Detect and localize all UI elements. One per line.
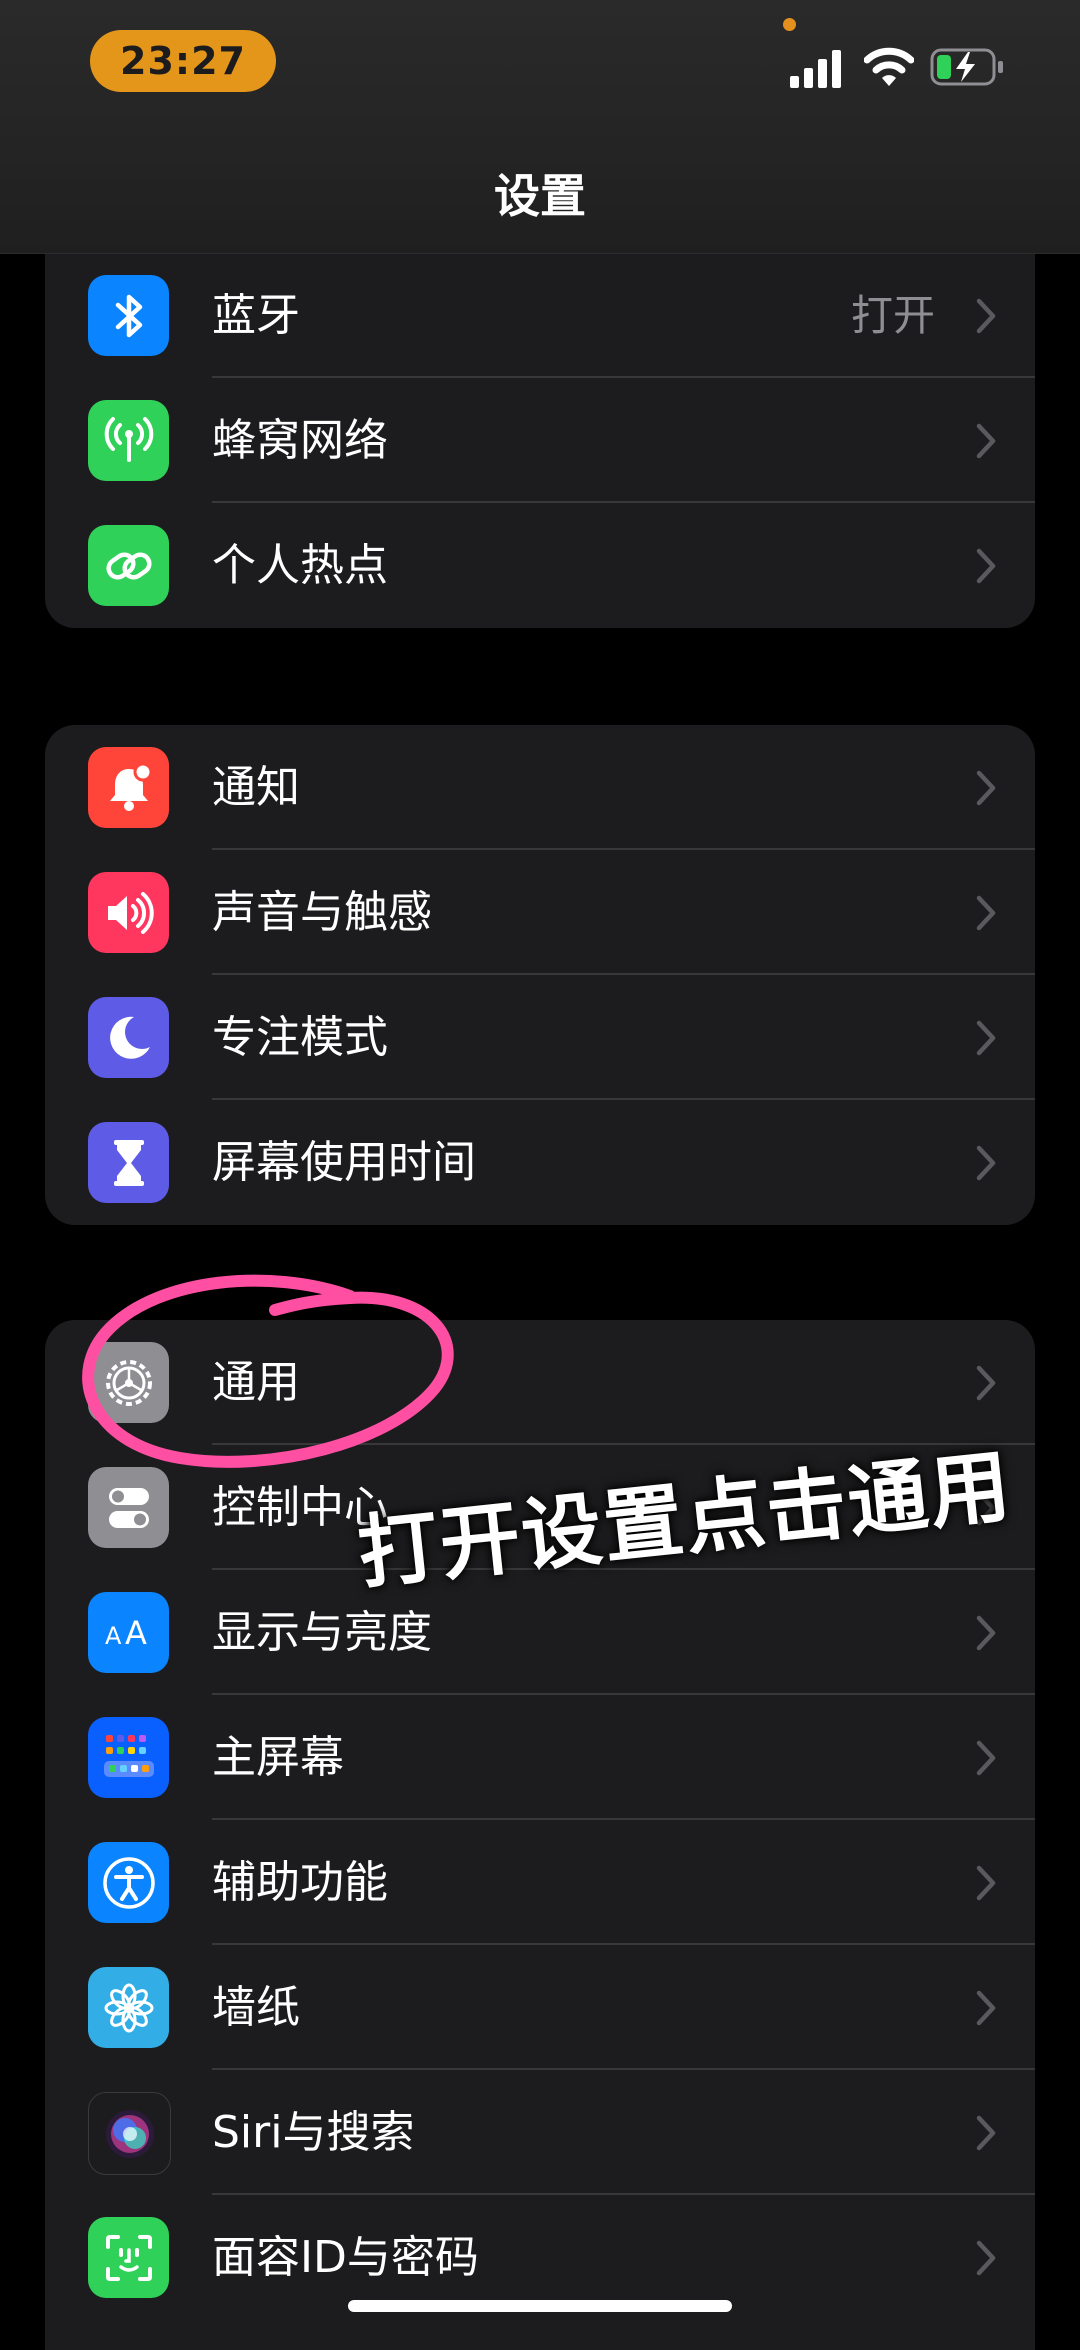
chevron-right-icon	[976, 298, 996, 334]
chevron-right-icon	[976, 1740, 996, 1776]
home-grid-icon	[88, 1717, 169, 1798]
cellular-signal-icon	[790, 50, 841, 88]
siri-icon	[88, 2092, 171, 2175]
flower-icon	[88, 1967, 169, 2048]
status-time[interactable]: 23:27	[90, 30, 276, 92]
settings-row-sounds[interactable]: 声音与触感	[45, 850, 1035, 975]
chevron-right-icon	[976, 895, 996, 931]
privacy-indicator-dot	[783, 18, 796, 31]
chevron-right-icon	[976, 1145, 996, 1181]
svg-text:A: A	[105, 1622, 122, 1650]
chevron-right-icon	[976, 1615, 996, 1651]
settings-row-cellular[interactable]: 蜂窝网络	[45, 378, 1035, 503]
settings-row-label: 蜂窝网络	[212, 415, 388, 466]
chevron-right-icon	[976, 2115, 996, 2151]
moon-icon	[88, 997, 169, 1078]
chevron-right-icon	[976, 1365, 996, 1401]
settings-row-value: 打开	[850, 291, 935, 340]
chevron-right-icon	[976, 423, 996, 459]
antenna-icon	[88, 400, 169, 481]
page-title: 设置	[494, 169, 586, 223]
settings-row-label: 通知	[212, 762, 300, 813]
link-icon	[88, 525, 169, 606]
svg-text:A: A	[125, 1614, 147, 1652]
speaker-icon	[88, 872, 169, 953]
settings-row-home-screen[interactable]: 主屏幕	[45, 1695, 1035, 1820]
navigation-bar: 23:27 设置	[0, 0, 1080, 254]
settings-row-label: 声音与触感	[212, 887, 432, 938]
face-id-icon	[88, 2217, 169, 2298]
settings-row-bluetooth[interactable]: 蓝牙 打开	[45, 253, 1035, 378]
annotation-circle	[82, 1274, 454, 1468]
settings-row-notifications[interactable]: 通知	[45, 725, 1035, 850]
settings-group-connectivity: 蓝牙 打开 蜂窝网络 个人热点	[45, 253, 1035, 628]
chevron-right-icon	[976, 548, 996, 584]
settings-row-label: 主屏幕	[212, 1732, 344, 1783]
chevron-right-icon	[976, 2240, 996, 2276]
settings-row-hotspot[interactable]: 个人热点	[45, 503, 1035, 628]
wifi-icon	[864, 47, 914, 86]
settings-row-display[interactable]: A A 显示与亮度	[45, 1570, 1035, 1695]
home-indicator[interactable]	[348, 2300, 732, 2312]
hourglass-icon	[88, 1122, 169, 1203]
settings-row-label: 专注模式	[212, 1012, 388, 1063]
settings-row-label: Siri与搜索	[212, 2107, 415, 2158]
chevron-right-icon	[976, 1865, 996, 1901]
settings-row-label: 个人热点	[212, 540, 388, 591]
chevron-right-icon	[976, 1020, 996, 1056]
settings-row-focus[interactable]: 专注模式	[45, 975, 1035, 1100]
chevron-right-icon	[976, 1990, 996, 2026]
battery-charging-icon	[930, 48, 1003, 86]
settings-row-screen-time[interactable]: 屏幕使用时间	[45, 1100, 1035, 1225]
chevron-right-icon	[976, 770, 996, 806]
bluetooth-icon	[88, 275, 169, 356]
settings-row-label: 蓝牙	[212, 290, 300, 341]
settings-row-wallpaper[interactable]: 墙纸	[45, 1945, 1035, 2070]
text-size-icon: A A	[88, 1592, 169, 1673]
settings-row-label: 屏幕使用时间	[212, 1137, 476, 1188]
settings-row-accessibility[interactable]: 辅助功能	[45, 1820, 1035, 1945]
settings-row-siri[interactable]: Siri与搜索	[45, 2070, 1035, 2195]
settings-group-notifications: 通知 声音与触感 专注模式 屏幕使用时间	[45, 725, 1035, 1225]
settings-row-label: 辅助功能	[212, 1857, 388, 1908]
settings-row-label: 墙纸	[212, 1982, 300, 2033]
accessibility-icon	[88, 1842, 169, 1923]
bell-icon	[88, 747, 169, 828]
